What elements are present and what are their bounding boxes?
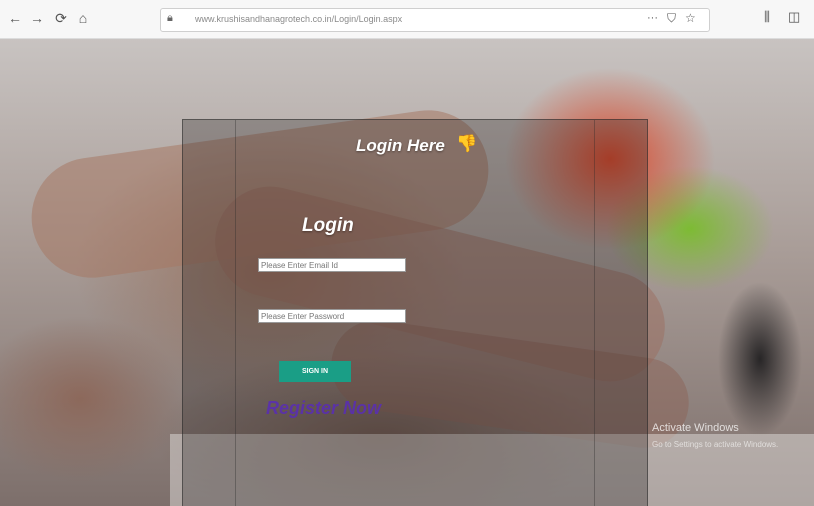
activate-windows-subtitle: Go to Settings to activate Windows. [652, 440, 779, 449]
thumbs-down-icon: 👎 [456, 134, 478, 153]
pocket-icon[interactable]: ⛉ [667, 11, 676, 26]
login-panel [182, 119, 648, 506]
reload-icon[interactable]: ⟳ [52, 9, 70, 27]
lock-icon: 🔒︎ [167, 12, 173, 24]
home-icon[interactable]: ⌂ [74, 9, 92, 27]
bookmark-star-icon[interactable]: ☆ [685, 11, 696, 25]
back-icon[interactable]: ← [6, 9, 24, 27]
page-actions-icon[interactable]: ··· [647, 12, 658, 24]
url-text: www.krushisandhanagrotech.co.in/Login/Lo… [195, 14, 403, 24]
page-background [0, 39, 814, 506]
signin-button[interactable]: SIGN IN [279, 361, 351, 382]
login-heading: Login Here [356, 136, 445, 155]
activate-windows-title: Activate Windows [652, 422, 739, 434]
library-icon[interactable]: ⫼ [764, 9, 770, 25]
forward-icon[interactable]: → [28, 9, 46, 27]
register-link[interactable]: Register Now [266, 398, 381, 419]
form-title: Login [302, 215, 354, 236]
browser-toolbar: ← → ⟳ ⌂ 🔒︎ www.krushisandhanagrotech.co.… [0, 0, 814, 39]
address-bar[interactable]: 🔒︎ www.krushisandhanagrotech.co.in/Login… [160, 8, 710, 32]
password-field[interactable] [258, 309, 406, 323]
email-field[interactable] [258, 258, 406, 272]
sidebar-icon[interactable]: ◫ [788, 9, 800, 25]
